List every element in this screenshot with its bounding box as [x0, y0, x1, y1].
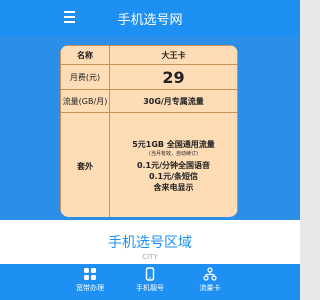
nav-item-label: 宽带办理 [76, 284, 104, 292]
section-subtitle: CITY [142, 253, 158, 261]
plan-card: 名称 大王卡 月费(元) 29 流量(GB/月) 30G/月专属流量 套外 5元… [60, 45, 238, 217]
package-line-voice: 0.1元/分钟全国语音 [136, 161, 211, 170]
fee-value: 29 [109, 64, 238, 90]
data-value: 30G/月专属流量 [109, 89, 238, 113]
data-label: 流量(GB/月) [60, 89, 110, 113]
nav-item-datacard[interactable]: 流量卡 [180, 267, 240, 293]
page: 手机选号网 名称 大王卡 月费(元) 29 流量(GB/月) 30G/月专属流量… [0, 0, 300, 300]
nav-item-label: 手机靓号 [136, 284, 164, 292]
nav-item-numbers[interactable]: 手机靓号 [120, 267, 180, 293]
section-title: 手机选号区域 [108, 235, 192, 251]
nav-item-broadband[interactable]: 宽带办理 [60, 267, 120, 293]
package-line-note: (当月有效，自动续订) [149, 151, 198, 157]
plan-table: 名称 大王卡 月费(元) 29 流量(GB/月) 30G/月专属流量 套外 5元… [60, 45, 238, 217]
number-section: 手机选号区域 CITY [0, 220, 300, 264]
network-icon [203, 267, 217, 281]
bottom-nav: 宽带办理 手机靓号 流量卡 [0, 264, 300, 300]
package-line-data: 5元1GB 全国通用流量 [132, 140, 215, 149]
table-row: 名称 大王卡 [60, 45, 238, 65]
name-label: 名称 [60, 45, 110, 65]
package-line-callerid: 含来电显示 [153, 183, 194, 192]
fee-label: 月费(元) [60, 64, 110, 90]
nav-item-label: 流量卡 [199, 284, 221, 292]
carousel-dots [0, 211, 300, 226]
name-value: 大王卡 [109, 45, 238, 65]
page-title: 手机选号网 [117, 13, 183, 28]
table-row: 流量(GB/月) 30G/月专属流量 [60, 89, 238, 113]
header-bar: 手机选号网 [0, 0, 300, 36]
phone-icon [145, 267, 155, 281]
package-label: 套外 [60, 112, 110, 217]
table-row: 月费(元) 29 [60, 64, 238, 90]
package-line-sms: 0.1元/条短信 [148, 172, 199, 181]
table-row: 套外 5元1GB 全国通用流量 (当月有效，自动续订) 0.1元/分钟全国语音 … [60, 112, 238, 217]
grid-icon [84, 268, 96, 280]
package-details: 5元1GB 全国通用流量 (当月有效，自动续订) 0.1元/分钟全国语音 0.1… [109, 112, 238, 217]
